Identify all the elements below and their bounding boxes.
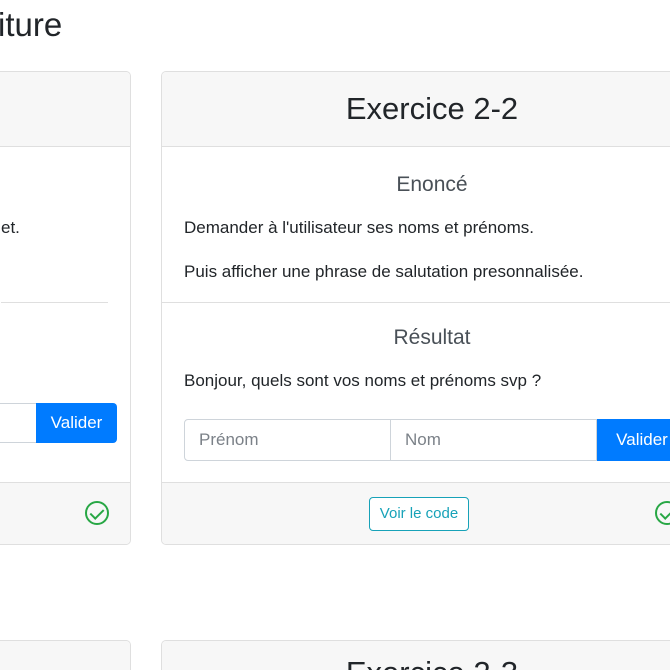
validate-button[interactable]: Valider [597, 419, 670, 461]
validate-button[interactable]: Valider [36, 403, 117, 443]
exercise-card-bottom-left [0, 640, 131, 670]
card-header [0, 72, 130, 147]
card-header: Exercice 2-3 [162, 641, 670, 670]
statement-text-fragment: et. [1, 218, 20, 237]
name-input-group: Prénom Nom Valider [184, 419, 670, 461]
card-title: Exercice 2-2 [345, 91, 519, 126]
exercise-card-2-3: Exercice 2-3 [161, 640, 670, 670]
card-header [0, 641, 130, 670]
page-title: iture [0, 6, 63, 43]
statement-title: Enoncé [396, 173, 468, 196]
card-header: Exercice 2-2 [162, 72, 670, 147]
result-title: Résultat [393, 326, 471, 349]
firstname-input[interactable]: Prénom [184, 419, 391, 461]
card-footer: Voir le code [162, 482, 670, 544]
statement-line: Puis afficher une phrase de salutation p… [184, 262, 584, 281]
check-circle-icon [655, 501, 670, 525]
page: iture et. Valider Exercice 2-2 Enoncé De… [0, 0, 670, 670]
text-input[interactable] [0, 403, 37, 443]
exercise-card-2-2: Exercice 2-2 Enoncé Demander à l'utilisa… [161, 71, 670, 545]
lastname-input[interactable]: Nom [391, 419, 597, 461]
view-code-button[interactable]: Voir le code [369, 497, 469, 531]
divider [1, 302, 108, 303]
check-circle-icon [85, 501, 109, 525]
card-footer [0, 482, 130, 544]
divider [162, 302, 670, 303]
exercise-card-left: et. Valider [0, 71, 131, 545]
result-prompt: Bonjour, quels sont vos noms et prénoms … [184, 371, 542, 390]
statement-line: Demander à l'utilisateur ses noms et pré… [184, 218, 535, 237]
card-title: Exercice 2-3 [162, 641, 670, 670]
